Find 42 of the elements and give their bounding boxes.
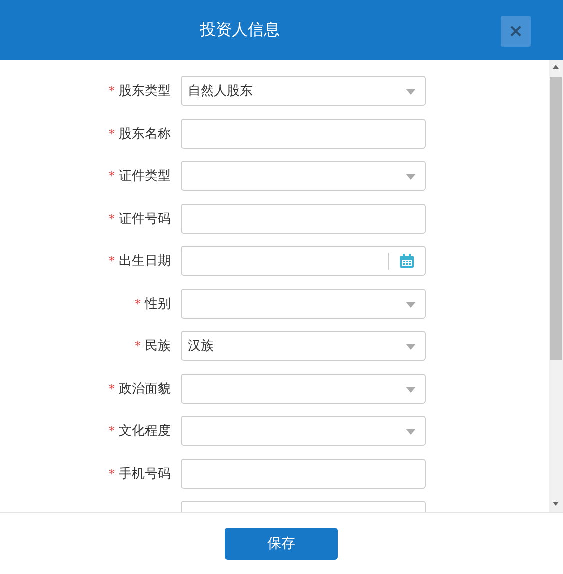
required-mark: * bbox=[109, 84, 115, 98]
required-mark: * bbox=[135, 339, 141, 353]
scrollbar[interactable] bbox=[549, 60, 563, 512]
field-label: 民族 bbox=[145, 338, 171, 355]
select-field[interactable] bbox=[181, 161, 426, 191]
field-label: 出生日期 bbox=[119, 253, 171, 270]
field-label: 股东名称 bbox=[119, 126, 171, 142]
field-label: 文化程度 bbox=[119, 423, 171, 440]
required-mark: * bbox=[109, 254, 115, 268]
caret-icon bbox=[406, 429, 416, 435]
caret-icon bbox=[406, 344, 416, 350]
input-field[interactable] bbox=[181, 118, 426, 148]
field-label: 性别 bbox=[145, 296, 171, 312]
select-field[interactable] bbox=[181, 288, 426, 318]
required-mark: * bbox=[109, 382, 115, 396]
required-mark: * bbox=[135, 296, 141, 310]
required-mark: * bbox=[109, 212, 115, 226]
required-mark: * bbox=[109, 424, 115, 438]
field-label: 股东类型 bbox=[119, 83, 171, 100]
input-field[interactable] bbox=[181, 204, 426, 234]
save-button[interactable]: 保存 bbox=[225, 528, 338, 560]
select-field[interactable]: 自然人股东 bbox=[181, 76, 426, 106]
caret-icon bbox=[406, 89, 416, 95]
field-label: 政治面貌 bbox=[119, 380, 171, 398]
caret-icon bbox=[406, 386, 416, 392]
required-mark: * bbox=[109, 169, 115, 183]
select-field[interactable]: 汉族 bbox=[181, 331, 426, 361]
select-field[interactable] bbox=[181, 374, 426, 404]
date-field[interactable] bbox=[181, 246, 426, 276]
required-mark: * bbox=[109, 126, 115, 140]
input-field[interactable] bbox=[181, 458, 426, 488]
caret-icon bbox=[406, 174, 416, 180]
field-label: 证件号码 bbox=[119, 210, 171, 228]
scroll-down-icon[interactable] bbox=[553, 502, 559, 506]
calendar-icon[interactable] bbox=[399, 253, 415, 269]
field-label: 证件类型 bbox=[119, 168, 171, 185]
field-label: 手机号码 bbox=[119, 466, 171, 482]
select-field[interactable] bbox=[181, 416, 426, 446]
dialog-title: 投资人信息 bbox=[200, 20, 280, 40]
caret-icon bbox=[406, 302, 416, 308]
required-mark: * bbox=[109, 466, 115, 480]
scroll-up-icon[interactable] bbox=[553, 65, 559, 69]
